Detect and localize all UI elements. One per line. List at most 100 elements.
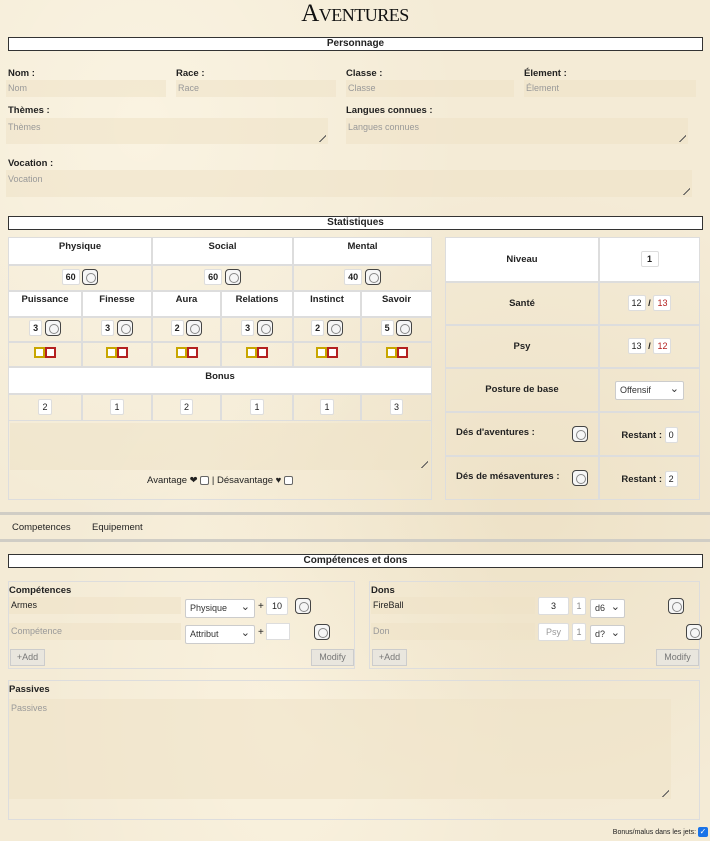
substat-relations-value[interactable]: 3 — [241, 320, 255, 336]
new-don-cost[interactable]: Psy — [538, 623, 569, 641]
substat-savoir-value[interactable]: 5 — [380, 320, 394, 336]
sante-current[interactable]: 12 — [627, 295, 646, 311]
yellow-checkbox[interactable] — [175, 347, 187, 358]
competence-name-field[interactable]: Armes — [9, 597, 181, 614]
red-checkbox[interactable] — [117, 347, 128, 358]
red-checkbox[interactable] — [45, 347, 56, 358]
resize-grip-icon[interactable] — [678, 183, 690, 195]
dice-icon[interactable] — [364, 269, 381, 286]
passives-textarea[interactable]: Passives — [9, 699, 671, 799]
substat-instinct-row: 2 — [293, 317, 361, 342]
resize-grip-icon[interactable] — [314, 130, 326, 142]
bonus-value[interactable]: 1 — [250, 399, 264, 415]
psy-current[interactable]: 13 — [627, 338, 646, 354]
stats-notes-textarea[interactable] — [10, 423, 430, 470]
substat-finesse-value[interactable]: 3 — [101, 320, 115, 336]
yellow-checkbox[interactable] — [106, 347, 117, 358]
red-checkbox[interactable] — [327, 347, 338, 358]
dice-icon[interactable] — [572, 470, 588, 486]
dice-icon[interactable] — [396, 320, 413, 337]
don-die-select[interactable]: d6 — [590, 599, 625, 618]
nom-label: Nom : — [8, 68, 35, 79]
psy-max[interactable]: 12 — [653, 338, 672, 354]
tab-competences[interactable]: Competences — [12, 522, 71, 533]
don-cost[interactable]: 3 — [538, 597, 569, 615]
substat-finesse-header: Finesse — [82, 291, 152, 317]
themes-textarea[interactable]: Thèmes — [6, 118, 328, 144]
dice-icon[interactable] — [667, 598, 684, 614]
des-aventures-restant[interactable]: 0 — [664, 427, 678, 443]
don-modify-button[interactable]: Modify — [656, 649, 699, 666]
new-competence-attr-select[interactable]: Attribut — [185, 625, 255, 644]
langues-textarea[interactable]: Langues connues — [346, 118, 688, 144]
dice-icon[interactable] — [44, 320, 61, 337]
new-competence-value[interactable] — [266, 623, 290, 640]
dice-icon[interactable] — [313, 624, 330, 640]
classe-label: Classe : — [346, 68, 383, 79]
new-don-field[interactable]: Don — [371, 623, 535, 640]
posture-select[interactable]: Offensif — [615, 381, 684, 400]
dice-icon[interactable] — [686, 624, 703, 640]
don-name-field[interactable]: FireBall — [371, 597, 535, 614]
competence-modify-button[interactable]: Modify — [311, 649, 354, 666]
dice-icon[interactable] — [82, 269, 99, 286]
sante-label: Santé — [445, 282, 599, 325]
footer-bonus-row: Bonus/malus dans les jets: ✓ — [613, 827, 708, 837]
separator-text: | — [211, 475, 215, 486]
dice-icon[interactable] — [572, 426, 588, 442]
competence-value[interactable]: 10 — [266, 597, 288, 615]
niveau-value[interactable]: 1 — [640, 251, 659, 267]
dice-icon[interactable] — [256, 320, 273, 337]
new-don-count[interactable]: 1 — [572, 623, 586, 641]
new-don-die-select[interactable]: d? — [590, 625, 625, 644]
resize-grip-icon[interactable] — [674, 130, 686, 142]
dice-icon[interactable] — [224, 269, 241, 286]
tab-equipement[interactable]: Equipement — [92, 522, 143, 533]
resize-grip-icon[interactable] — [657, 785, 669, 797]
element-field[interactable]: Élement — [524, 80, 696, 97]
resize-grip-icon[interactable] — [416, 456, 428, 468]
yellow-checkbox[interactable] — [316, 347, 327, 358]
red-checkbox[interactable] — [257, 347, 268, 358]
dice-icon[interactable] — [295, 598, 311, 614]
bonus-value[interactable]: 2 — [38, 399, 52, 415]
bonus-value[interactable]: 1 — [110, 399, 124, 415]
stat-physique-value[interactable]: 60 — [61, 269, 80, 285]
yellow-checkbox[interactable] — [34, 347, 45, 358]
sante-max[interactable]: 13 — [653, 295, 672, 311]
psy-cell: 13 / 12 — [599, 325, 700, 368]
classe-field[interactable]: Classe — [346, 80, 514, 97]
don-add-button[interactable]: +Add — [372, 649, 407, 666]
bonus-value[interactable]: 3 — [389, 399, 403, 415]
dice-icon[interactable] — [326, 320, 343, 337]
competence-add-button[interactable]: +Add — [10, 649, 45, 666]
bonus-value[interactable]: 2 — [179, 399, 193, 415]
yellow-checkbox[interactable] — [385, 347, 397, 358]
substat-aura-value[interactable]: 2 — [170, 320, 184, 336]
bonus-value[interactable]: 1 — [320, 399, 334, 415]
themes-label: Thèmes : — [8, 105, 50, 116]
red-checkbox[interactable] — [396, 347, 408, 358]
stat-social-value[interactable]: 60 — [204, 269, 223, 285]
yellow-checkbox[interactable] — [246, 347, 257, 358]
stat-mental-value[interactable]: 40 — [344, 269, 363, 285]
substat-puissance-value[interactable]: 3 — [29, 320, 43, 336]
dice-icon[interactable] — [116, 320, 133, 337]
substat-instinct-value[interactable]: 2 — [311, 320, 325, 336]
competence-attr-select[interactable]: Physique — [185, 599, 255, 618]
footer-bonus-checkbox[interactable]: ✓ — [698, 827, 708, 837]
nom-field[interactable]: Nom — [6, 80, 166, 97]
substat-savoir-marks — [361, 342, 432, 367]
des-mesaventures-restant[interactable]: 2 — [664, 471, 678, 487]
des-aventures-restant-cell: Restant : 0 — [599, 412, 700, 456]
desavantage-checkbox[interactable] — [283, 475, 293, 485]
vocation-textarea[interactable]: Vocation — [6, 170, 692, 197]
new-competence-field[interactable]: Compétence — [9, 623, 181, 640]
race-field[interactable]: Race — [176, 80, 336, 97]
dice-icon[interactable] — [186, 320, 203, 337]
langues-placeholder: Langues connues — [348, 122, 420, 132]
avantage-checkbox[interactable] — [200, 475, 210, 485]
don-count[interactable]: 1 — [572, 597, 586, 615]
heart-icon: ♥ — [275, 475, 282, 486]
red-checkbox[interactable] — [186, 347, 198, 358]
